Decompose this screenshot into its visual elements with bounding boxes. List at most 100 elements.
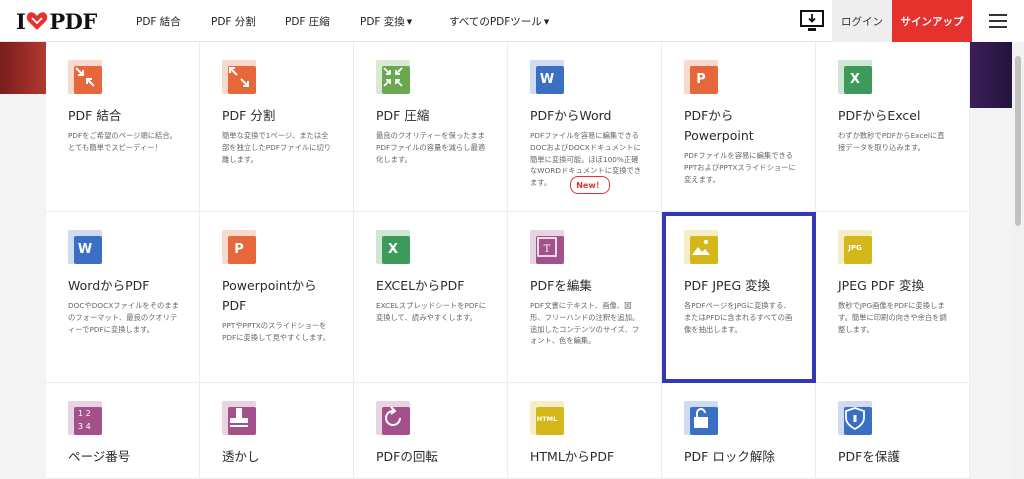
tool-description: 最良のクオリティーを保ったままPDFファイルの容量を減らし最適化します。 <box>376 131 486 164</box>
tool-title: HTMLからPDF <box>530 449 615 464</box>
svg-text:3 4: 3 4 <box>78 422 91 431</box>
tool-card-merge[interactable]: PDF 結合 PDFをご希望のページ順に結合。とても簡単でスピーディー！ <box>46 42 200 212</box>
tool-title: ページ番号 <box>68 449 131 464</box>
split-icon <box>222 60 256 94</box>
tool-description: 簡単な変換で1ページ、または全部を独立したPDFファイルに切り離します。 <box>222 131 332 164</box>
tool-title: PDF JPEG 変換 <box>684 278 771 293</box>
tool-card-excel-to-pdf[interactable]: X EXCELからPDF EXCELスプレッドシートをPDFに変換して、読みやすくし… <box>354 212 508 383</box>
word-to-pdf-icon: W <box>68 230 102 264</box>
powerpoint-to-pdf-icon: P <box>222 230 256 264</box>
tool-title: 透かし <box>222 449 260 464</box>
new-badge: New！ <box>570 176 610 194</box>
tool-title: PDFの回転 <box>376 449 438 464</box>
tool-title: PDF 圧縮 <box>376 108 430 123</box>
tool-title: PDF 結合 <box>68 108 122 123</box>
svg-text:W: W <box>540 72 554 87</box>
svg-text:T: T <box>544 244 551 255</box>
tool-card-edit-pdf[interactable]: T PDFを編集 PDF文書にテキスト、画像、図形、フリーハンドの注釈を追加。追加し… <box>508 212 662 383</box>
tool-title: PDFからExcel <box>838 108 921 123</box>
watermark-icon <box>222 401 256 435</box>
tool-title: PDFを保護 <box>838 449 900 464</box>
nav-compress-pdf[interactable]: PDF 圧縮 <box>285 14 330 29</box>
login-button[interactable]: ログイン <box>832 0 892 42</box>
tool-card-page-numbers[interactable]: 1 23 4 ページ番号 <box>46 383 200 479</box>
tool-description: DOCやDOCXファイルをそのままのフォーマット、最良のクオリティーでPDFに変… <box>68 301 179 334</box>
nav-merge-pdf[interactable]: PDF 結合 <box>136 14 181 29</box>
html-to-pdf-icon: HTML <box>530 401 564 435</box>
svg-text:P: P <box>696 72 706 87</box>
nav-label: PDF 分割 <box>211 16 256 28</box>
tool-title: PDFを編集 <box>530 278 592 293</box>
desktop-app-button[interactable] <box>792 0 832 42</box>
tool-title: PDF ロック解除 <box>684 449 775 464</box>
nav-all-tools[interactable]: すべてのPDFツール ▼ <box>449 14 549 29</box>
tool-description: PDFをご希望のページ順に結合。とても簡単でスピーディー！ <box>68 131 177 152</box>
tool-description: 数秒でJPG画像をPDFに変換します。簡単に印刷の向きや余白を調整します。 <box>838 301 947 334</box>
tool-title: JPEG PDF 変換 <box>838 278 925 293</box>
page-numbers-icon: 1 23 4 <box>68 401 102 435</box>
header-actions: ログイン サインアップ <box>792 0 1024 42</box>
tools-grid: PDF 結合 PDFをご希望のページ順に結合。とても簡単でスピーディー！ PDF 分… <box>46 42 970 479</box>
svg-text:P: P <box>234 242 244 257</box>
nav-label: すべてのPDFツール <box>449 16 542 28</box>
tool-description: PPTやPPTXのスライドショーをPDFに変換して見やすくします。 <box>222 321 331 342</box>
tool-card-rotate[interactable]: PDFの回転 <box>354 383 508 479</box>
tool-card-watermark[interactable]: 透かし <box>200 383 354 479</box>
nav-label: PDF 結合 <box>136 16 181 28</box>
pdf-to-jpg-icon <box>684 230 718 264</box>
tool-title: Powerpointから PDF <box>222 278 317 313</box>
hamburger-icon <box>989 14 1007 28</box>
pdf-to-excel-icon: X <box>838 60 872 94</box>
top-header: I PDF PDF 結合 PDF 分割 PDF 圧縮 PDF 変換 ▼ すべてのP… <box>0 0 1024 42</box>
tool-card-word-to-pdf[interactable]: W WordからPDF DOCやDOCXファイルをそのままのフォーマット、最良のクオ… <box>46 212 200 383</box>
tool-card-powerpoint-to-pdf[interactable]: P Powerpointから PDF PPTやPPTXのスライドショーをPDFに変換… <box>200 212 354 383</box>
nav-label: PDF 圧縮 <box>285 16 330 28</box>
nav-label: PDF 変換 <box>360 16 405 28</box>
caret-down-icon: ▼ <box>543 18 550 26</box>
tool-card-pdf-to-jpg[interactable]: PDF JPEG 変換 各PDFページをJPGに変換する、またはPFDに含まれるす… <box>662 212 816 383</box>
caret-down-icon: ▼ <box>406 18 413 26</box>
svg-text:W: W <box>78 242 92 257</box>
desktop-download-icon <box>800 10 824 31</box>
unlock-icon <box>684 401 718 435</box>
nav-convert-pdf[interactable]: PDF 変換 ▼ <box>360 14 412 29</box>
scrollbar-thumb[interactable] <box>1015 56 1021 226</box>
right-margin <box>970 42 1012 479</box>
edit-pdf-icon: T <box>530 230 564 264</box>
svg-text:HTML: HTML <box>537 415 557 423</box>
svg-text:X: X <box>850 72 860 87</box>
pdf-to-word-icon: W <box>530 60 564 94</box>
rotate-icon <box>376 401 410 435</box>
nav-split-pdf[interactable]: PDF 分割 <box>211 14 256 29</box>
tool-card-protect[interactable]: PDFを保護 <box>816 383 970 479</box>
tool-card-split[interactable]: PDF 分割簡単な変換で1ページ、または全部を独立したPDFファイルに切り離しま… <box>200 42 354 212</box>
tool-card-unlock[interactable]: PDF ロック解除 <box>662 383 816 479</box>
svg-text:1 2: 1 2 <box>78 409 91 418</box>
left-decorative-band <box>0 42 46 94</box>
tool-card-jpg-to-pdf[interactable]: JPG JPEG PDF 変換数秒でJPG画像をPDFに変換します。簡単に印刷の向… <box>816 212 970 383</box>
right-decorative-band <box>970 42 1012 108</box>
page-scrollbar[interactable] <box>1012 42 1024 479</box>
tool-title: PDFから Powerpoint <box>684 108 754 143</box>
tool-card-pdf-to-powerpoint[interactable]: P PDFから Powerpoint PDFファイルを容易に編集できるPPTおよびP… <box>662 42 816 212</box>
tool-title: PDFからWord <box>530 108 612 123</box>
left-margin <box>0 42 46 479</box>
hamburger-menu-button[interactable] <box>972 0 1024 42</box>
signup-label: サインアップ <box>900 15 964 28</box>
svg-text:X: X <box>388 242 398 257</box>
merge-icon <box>68 60 102 94</box>
tool-card-pdf-to-excel[interactable]: X PDFからExcel わずか数秒でPDFからExcelに直接データを取り込みます… <box>816 42 970 212</box>
tool-description: わずか数秒でPDFからExcelに直接データを取り込みます。 <box>838 131 945 152</box>
tool-title: EXCELからPDF <box>376 278 465 293</box>
tool-card-html-to-pdf[interactable]: HTML HTMLからPDF <box>508 383 662 479</box>
pdf-to-powerpoint-icon: P <box>684 60 718 94</box>
protect-icon <box>838 401 872 435</box>
excel-to-pdf-icon: X <box>376 230 410 264</box>
tool-description: PDF文書にテキスト、画像、図形、フリーハンドの注釈を追加。追加したコンテンツの… <box>530 301 640 346</box>
tool-card-compress[interactable]: PDF 圧縮最良のクオリティーを保ったままPDFファイルの容量を減らし最適化しま… <box>354 42 508 212</box>
tool-title: PDF 分割 <box>222 108 276 123</box>
svg-text:JPG: JPG <box>847 244 862 252</box>
signup-button[interactable]: サインアップ <box>892 0 972 42</box>
compress-icon <box>376 60 410 94</box>
tool-description: PDFファイルを容易に編集できるPPTおよびPPTXスライドショーに変えます。 <box>684 151 796 184</box>
